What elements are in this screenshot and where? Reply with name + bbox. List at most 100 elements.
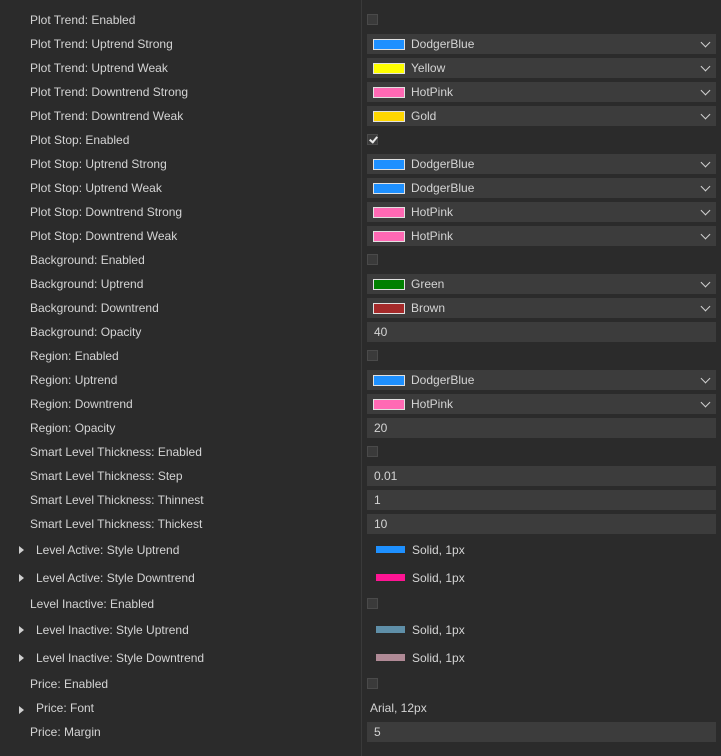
expand-arrow-icon[interactable] bbox=[19, 546, 24, 554]
property-row-price-enabled: Price: Enabled bbox=[0, 672, 721, 696]
price-enabled-checkbox[interactable] bbox=[367, 678, 378, 689]
property-row-plot-trend-uptrend-strong: Plot Trend: Uptrend Strong DodgerBlue bbox=[0, 32, 721, 56]
smart-level-thickness-enabled-checkbox[interactable] bbox=[367, 446, 378, 457]
background-downtrend-color-select[interactable]: Brown bbox=[367, 298, 716, 318]
plot-trend-downtrend-strong-color-select[interactable]: HotPink bbox=[367, 82, 716, 102]
property-row-level-inactive-enabled: Level Inactive: Enabled bbox=[0, 592, 721, 616]
line-style-text[interactable]: Solid, 1px bbox=[412, 564, 465, 592]
line-style-text[interactable]: Solid, 1px bbox=[412, 536, 465, 564]
property-label: Level Inactive: Enabled bbox=[30, 597, 155, 611]
chevron-down-icon bbox=[700, 181, 711, 192]
region-downtrend-color-select[interactable]: HotPink bbox=[367, 394, 716, 414]
property-row-plot-trend-uptrend-weak: Plot Trend: Uptrend Weak Yellow bbox=[0, 56, 721, 80]
property-row-background-opacity: Background: Opacity bbox=[0, 320, 721, 344]
property-row-smart-level-thickness-thickest: Smart Level Thickness: Thickest bbox=[0, 512, 721, 536]
plot-stop-uptrend-strong-color-select[interactable]: DodgerBlue bbox=[367, 154, 716, 174]
property-row-level-inactive-style-uptrend: Level Inactive: Style Uptrend Solid, 1px bbox=[0, 616, 721, 644]
color-name: Gold bbox=[411, 109, 437, 123]
line-style-preview[interactable] bbox=[376, 626, 405, 633]
property-row-plot-stop-downtrend-weak: Plot Stop: Downtrend Weak HotPink bbox=[0, 224, 721, 248]
color-name: DodgerBlue bbox=[411, 181, 475, 195]
plot-trend-enabled-checkbox[interactable] bbox=[367, 14, 378, 25]
property-label: Plot Trend: Downtrend Strong bbox=[30, 85, 189, 99]
property-row-plot-trend-enabled: Plot Trend: Enabled bbox=[0, 8, 721, 32]
smart-level-thickness-thinnest-input[interactable] bbox=[367, 490, 716, 510]
property-row-plot-stop-enabled: Plot Stop: Enabled bbox=[0, 128, 721, 152]
property-label: Price: Margin bbox=[30, 725, 101, 739]
property-row-level-inactive-style-downtrend: Level Inactive: Style Downtrend Solid, 1p… bbox=[0, 644, 721, 672]
region-uptrend-color-select[interactable]: DodgerBlue bbox=[367, 370, 716, 390]
property-label: Plot Stop: Uptrend Strong bbox=[30, 157, 167, 171]
property-row-price-font: Price: Font Arial, 12px bbox=[0, 696, 721, 720]
property-row-region-enabled: Region: Enabled bbox=[0, 344, 721, 368]
property-label: Background: Uptrend bbox=[30, 277, 144, 291]
chevron-down-icon bbox=[700, 157, 711, 168]
property-label: Region: Downtrend bbox=[30, 397, 133, 411]
property-row-smart-level-thickness-enabled: Smart Level Thickness: Enabled bbox=[0, 440, 721, 464]
property-label: Smart Level Thickness: Enabled bbox=[30, 445, 202, 459]
color-swatch bbox=[373, 39, 405, 50]
property-label: Plot Trend: Uptrend Strong bbox=[30, 37, 173, 51]
color-swatch bbox=[373, 303, 405, 314]
background-opacity-input[interactable] bbox=[367, 322, 716, 342]
expand-arrow-icon[interactable] bbox=[19, 574, 24, 582]
property-row-smart-level-thickness-thinnest: Smart Level Thickness: Thinnest bbox=[0, 488, 721, 512]
property-label: Level Inactive: Style Downtrend bbox=[36, 651, 205, 665]
color-swatch bbox=[373, 231, 405, 242]
plot-trend-uptrend-weak-color-select[interactable]: Yellow bbox=[367, 58, 716, 78]
price-margin-input[interactable] bbox=[367, 722, 716, 742]
chevron-down-icon bbox=[700, 205, 711, 216]
color-swatch bbox=[373, 279, 405, 290]
background-uptrend-color-select[interactable]: Green bbox=[367, 274, 716, 294]
property-row-plot-trend-downtrend-strong: Plot Trend: Downtrend Strong HotPink bbox=[0, 80, 721, 104]
plot-trend-uptrend-strong-color-select[interactable]: DodgerBlue bbox=[367, 34, 716, 54]
background-enabled-checkbox[interactable] bbox=[367, 254, 378, 265]
color-swatch bbox=[373, 375, 405, 386]
property-row-plot-stop-uptrend-strong: Plot Stop: Uptrend Strong DodgerBlue bbox=[0, 152, 721, 176]
color-swatch bbox=[373, 87, 405, 98]
plot-trend-downtrend-weak-color-select[interactable]: Gold bbox=[367, 106, 716, 126]
smart-level-thickness-step-input[interactable] bbox=[367, 466, 716, 486]
line-style-preview[interactable] bbox=[376, 654, 405, 661]
line-style-text[interactable]: Solid, 1px bbox=[412, 616, 465, 644]
property-row-plot-stop-downtrend-strong: Plot Stop: Downtrend Strong HotPink bbox=[0, 200, 721, 224]
plot-stop-uptrend-weak-color-select[interactable]: DodgerBlue bbox=[367, 178, 716, 198]
property-label: Region: Uptrend bbox=[30, 373, 118, 387]
plot-stop-downtrend-weak-color-select[interactable]: HotPink bbox=[367, 226, 716, 246]
region-enabled-checkbox[interactable] bbox=[367, 350, 378, 361]
property-label: Plot Trend: Downtrend Weak bbox=[30, 109, 184, 123]
property-label: Smart Level Thickness: Thinnest bbox=[30, 493, 204, 507]
property-row-plot-trend-downtrend-weak: Plot Trend: Downtrend Weak Gold bbox=[0, 104, 721, 128]
plot-stop-enabled-checkbox[interactable] bbox=[367, 134, 378, 145]
property-row-region-uptrend: Region: Uptrend DodgerBlue bbox=[0, 368, 721, 392]
color-name: Brown bbox=[411, 301, 446, 315]
plot-stop-downtrend-strong-color-select[interactable]: HotPink bbox=[367, 202, 716, 222]
color-name: DodgerBlue bbox=[411, 157, 475, 171]
property-row-smart-level-thickness-step: Smart Level Thickness: Step bbox=[0, 464, 721, 488]
property-label: Price: Enabled bbox=[30, 677, 109, 691]
checkmark-icon bbox=[369, 134, 378, 144]
smart-level-thickness-thickest-input[interactable] bbox=[367, 514, 716, 534]
region-opacity-input[interactable] bbox=[367, 418, 716, 438]
color-name: HotPink bbox=[411, 205, 454, 219]
property-label: Background: Enabled bbox=[30, 253, 145, 267]
font-value[interactable]: Arial, 12px bbox=[370, 696, 427, 720]
line-style-preview[interactable] bbox=[376, 574, 405, 581]
level-inactive-enabled-checkbox[interactable] bbox=[367, 598, 378, 609]
property-label: Plot Stop: Downtrend Strong bbox=[30, 205, 183, 219]
expand-arrow-icon[interactable] bbox=[19, 626, 24, 634]
line-style-preview[interactable] bbox=[376, 546, 405, 553]
chevron-down-icon bbox=[700, 397, 711, 408]
line-style-text[interactable]: Solid, 1px bbox=[412, 644, 465, 672]
property-label: Background: Downtrend bbox=[30, 301, 159, 315]
property-label: Price: Font bbox=[36, 701, 95, 715]
color-name: DodgerBlue bbox=[411, 373, 475, 387]
color-swatch bbox=[373, 183, 405, 194]
chevron-down-icon bbox=[700, 277, 711, 288]
expand-arrow-icon[interactable] bbox=[19, 706, 24, 714]
expand-arrow-icon[interactable] bbox=[19, 654, 24, 662]
property-row-background-uptrend: Background: Uptrend Green bbox=[0, 272, 721, 296]
property-row-plot-stop-uptrend-weak: Plot Stop: Uptrend Weak DodgerBlue bbox=[0, 176, 721, 200]
property-label: Smart Level Thickness: Thickest bbox=[30, 517, 203, 531]
property-label: Level Active: Style Uptrend bbox=[36, 543, 180, 557]
